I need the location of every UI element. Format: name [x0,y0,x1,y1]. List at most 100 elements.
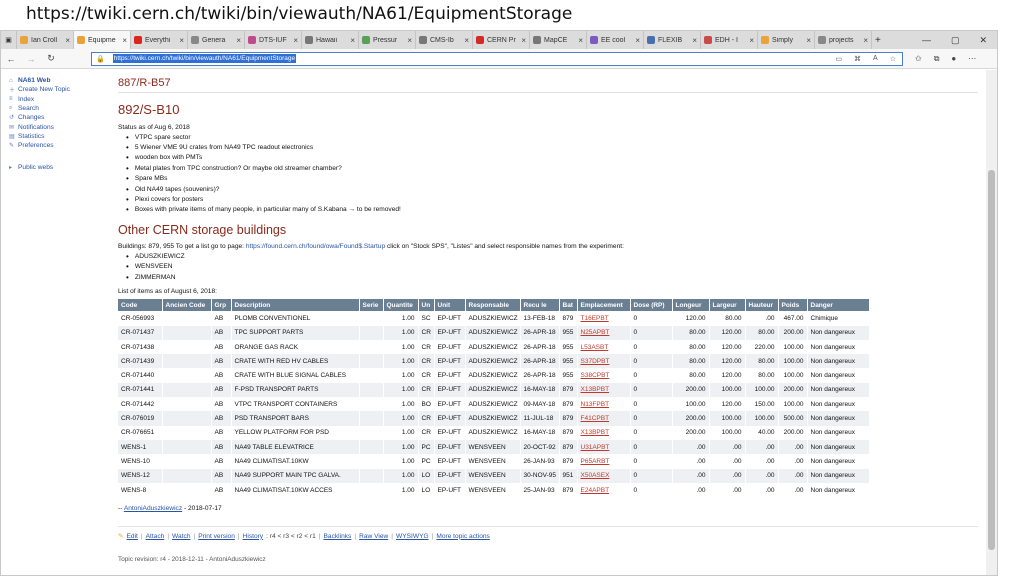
favorites-icon[interactable]: ✩ [915,54,922,64]
print-link[interactable]: Print version [198,533,235,540]
backlinks-link[interactable]: Backlinks [324,533,352,540]
close-tab-icon[interactable]: × [350,36,355,45]
read-aloud-icon[interactable]: A [873,55,878,63]
close-tab-icon[interactable]: × [578,36,583,45]
column-header[interactable]: Dose (RP) [630,299,673,312]
sidebar-item-preferences[interactable]: ✎ Preferences [9,141,109,150]
browser-tab[interactable]: CMS-Ib × [416,31,473,49]
edit-link[interactable]: Edit [127,533,138,540]
close-window-icon[interactable]: ✕ [979,35,987,46]
address-input[interactable]: 🔒 https://twiki.cern.ch/twiki/bin/viewau… [91,51,903,66]
close-tab-icon[interactable]: × [122,36,127,45]
close-tab-icon[interactable]: × [749,36,754,45]
close-tab-icon[interactable]: × [65,36,70,45]
location-link[interactable]: F41CPBT [577,411,631,426]
browser-tab[interactable]: Genera × [188,31,245,49]
browser-tab[interactable]: Equipme × [74,31,131,49]
author-link[interactable]: AntoniAduszkiewicz [124,505,182,512]
collections-icon[interactable]: ⧉ [934,54,940,64]
location-link[interactable]: P65ARBT [577,454,631,469]
location-link[interactable]: E24APBT [577,482,631,498]
browser-tab[interactable]: projects × [815,31,872,49]
maximize-icon[interactable]: ▢ [951,35,960,46]
sidebar-item-statistics[interactable]: ▤ Statistics [9,132,109,141]
sidebar-item-notifications[interactable]: ✉ Notifications [9,122,109,131]
browser-tab[interactable]: MapCE × [530,31,587,49]
watch-link[interactable]: Watch [172,533,190,540]
sidebar-item-search[interactable]: ⌕ Search [9,104,109,113]
location-link[interactable]: S37DPBT [577,354,631,369]
close-tab-icon[interactable]: × [692,36,697,45]
found-link[interactable]: https://found.cern.ch/found/owa/Found$.S… [246,243,385,250]
column-header[interactable]: Responsable [465,299,521,312]
browser-tab[interactable]: CERN Pr × [473,31,530,49]
column-header[interactable]: Danger [807,299,870,312]
minimize-icon[interactable]: — [922,35,931,46]
location-link[interactable]: X50ASEX [577,468,631,483]
browser-tab[interactable]: FLEXIB × [644,31,701,49]
location-link[interactable]: S38CPBT [577,368,631,383]
location-link[interactable]: N25APBT [577,325,631,340]
scrollbar-thumb[interactable] [988,170,995,550]
column-header[interactable]: Quantite [383,299,419,312]
new-tab-button[interactable]: + [872,31,884,49]
close-tab-icon[interactable]: × [863,36,868,45]
column-header[interactable]: Grp [211,299,232,312]
history-link[interactable]: History [243,533,264,540]
back-arrow-icon[interactable]: ← [1,54,21,64]
browser-tab[interactable]: Ian Croll × [17,31,74,49]
location-link[interactable]: X13BPBT [577,425,631,440]
column-header[interactable]: Un [418,299,435,312]
attach-link[interactable]: Attach [146,533,165,540]
browser-tab[interactable]: EDH - I × [701,31,758,49]
sidebar-item-index[interactable]: ≡ Index [9,95,109,104]
column-header[interactable]: Longeur [672,299,710,312]
close-tab-icon[interactable]: × [179,36,184,45]
column-header[interactable]: Description [231,299,360,312]
column-header[interactable]: Unit [434,299,466,312]
close-tab-icon[interactable]: × [521,36,526,45]
sidebar-web-home[interactable]: ⌂ NA61 Web [9,76,109,85]
column-header[interactable]: Bat [559,299,578,312]
browser-tab[interactable]: Hawaii × [302,31,359,49]
extensions-icon[interactable]: ⌘ [854,55,861,63]
vertical-scrollbar[interactable] [986,70,997,575]
location-link[interactable]: T16EPBT [577,311,631,326]
browser-tab[interactable]: EE cool × [587,31,644,49]
column-header[interactable]: Poids [778,299,808,312]
column-header[interactable]: Recu le [520,299,560,312]
reader-icon[interactable]: ▭ [835,55,842,63]
column-header[interactable]: Ancien Code [162,299,212,312]
column-header[interactable]: Emplacement [577,299,631,312]
close-tab-icon[interactable]: × [236,36,241,45]
profile-icon[interactable]: ● [951,54,956,64]
close-tab-icon[interactable]: × [464,36,469,45]
location-link[interactable]: X13BPBT [577,382,631,398]
browser-tab[interactable]: Everythi × [131,31,188,49]
close-tab-icon[interactable]: × [635,36,640,45]
sidebar-public-webs[interactable]: ▸ Public webs [9,162,109,171]
close-tab-icon[interactable]: × [293,36,298,45]
refresh-icon[interactable]: ↻ [41,53,61,64]
more-actions-link[interactable]: More topic actions [436,533,490,540]
column-header[interactable]: Hauteur [745,299,779,312]
location-link[interactable]: L53ASBT [577,339,631,355]
column-header[interactable]: Serie [359,299,384,312]
browser-tab[interactable]: DTS-IUF × [245,31,302,49]
menu-icon[interactable]: ⋯ [968,54,976,64]
close-tab-icon[interactable]: × [407,36,412,45]
raw-view-link[interactable]: Raw View [359,533,388,540]
close-tab-icon[interactable]: × [806,36,811,45]
sidebar-item-create[interactable]: ＋ Create New Topic [9,85,109,94]
browser-tab[interactable]: Pressur × [359,31,416,49]
tab-actions[interactable]: ▣ [1,31,17,49]
location-link[interactable]: U31APBT [577,439,631,455]
column-header[interactable]: Code [118,299,163,312]
column-header[interactable]: Largeur [709,299,746,312]
forward-arrow-icon[interactable]: → [21,54,41,64]
wysiwyg-link[interactable]: WYSIWYG [396,533,429,540]
favorite-star-icon[interactable]: ☆ [890,55,896,63]
sidebar-item-changes[interactable]: ↺ Changes [9,113,109,122]
browser-tab[interactable]: Simply × [758,31,815,49]
location-link[interactable]: N13FPBT [577,397,631,412]
